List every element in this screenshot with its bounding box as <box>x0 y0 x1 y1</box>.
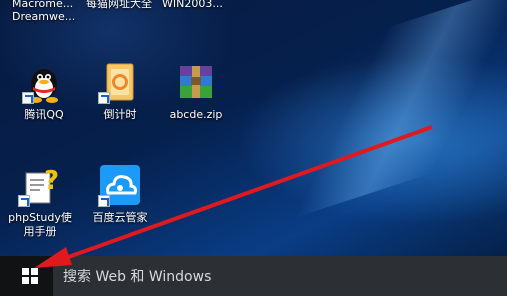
desktop-icon-label: Dreamwe... <box>12 10 76 23</box>
desktop-icon-label: Macrome... <box>12 0 74 10</box>
countdown-file-icon <box>98 60 142 104</box>
search-placeholder: 搜索 Web 和 Windows <box>63 269 212 285</box>
shortcut-arrow-icon <box>18 195 30 207</box>
desktop-icon-label: 每猫网址大全 <box>86 0 152 10</box>
help-document-icon: ? <box>18 163 62 207</box>
desktop-icon-label: WIN2003... <box>162 0 223 10</box>
desktop-icon-label: phpStudy使 用手册 <box>8 211 72 238</box>
desktop-top-icons: Macrome... Dreamwe... 每猫网址大全 WIN2003... <box>0 0 507 38</box>
shortcut-arrow-icon <box>22 92 34 104</box>
desktop-icon-label: 腾讯QQ <box>24 108 64 121</box>
start-button[interactable] <box>8 260 52 292</box>
desktop-icon-label: abcde.zip <box>169 108 223 121</box>
windows-logo-icon <box>22 268 38 284</box>
taskbar: 搜索 Web 和 Windows <box>0 256 507 296</box>
desktop-icon-phpstudy-manual[interactable]: ? phpStudy使 用手册 <box>8 163 72 239</box>
desktop-icon-label: 倒计时 <box>103 108 137 121</box>
desktop-icon-website-guide[interactable]: 每猫网址大全 <box>86 0 152 10</box>
zip-archive-icon <box>174 60 218 104</box>
desktop-icon-qq[interactable]: 腾讯QQ <box>12 60 76 122</box>
desktop-icon-dreamweaver[interactable]: Macrome... Dreamwe... <box>12 0 75 23</box>
desktop-icon-countdown[interactable]: 倒计时 <box>88 60 152 122</box>
qq-penguin-icon <box>22 60 66 104</box>
shortcut-arrow-icon <box>98 195 110 207</box>
shortcut-arrow-icon <box>98 92 110 104</box>
desktop-icon-win2003[interactable]: WIN2003... <box>162 0 223 10</box>
desktop-icon-zip[interactable]: abcde.zip <box>164 60 228 122</box>
desktop-icon-baidu-cloud[interactable]: 百度云管家 <box>88 163 152 225</box>
desktop: Macrome... Dreamwe... 每猫网址大全 WIN2003... <box>0 0 507 296</box>
baidu-cloud-icon <box>98 163 142 207</box>
desktop-icon-label: 百度云管家 <box>92 211 148 224</box>
svg-text:?: ? <box>44 166 59 196</box>
taskbar-search-box[interactable]: 搜索 Web 和 Windows <box>53 256 507 296</box>
